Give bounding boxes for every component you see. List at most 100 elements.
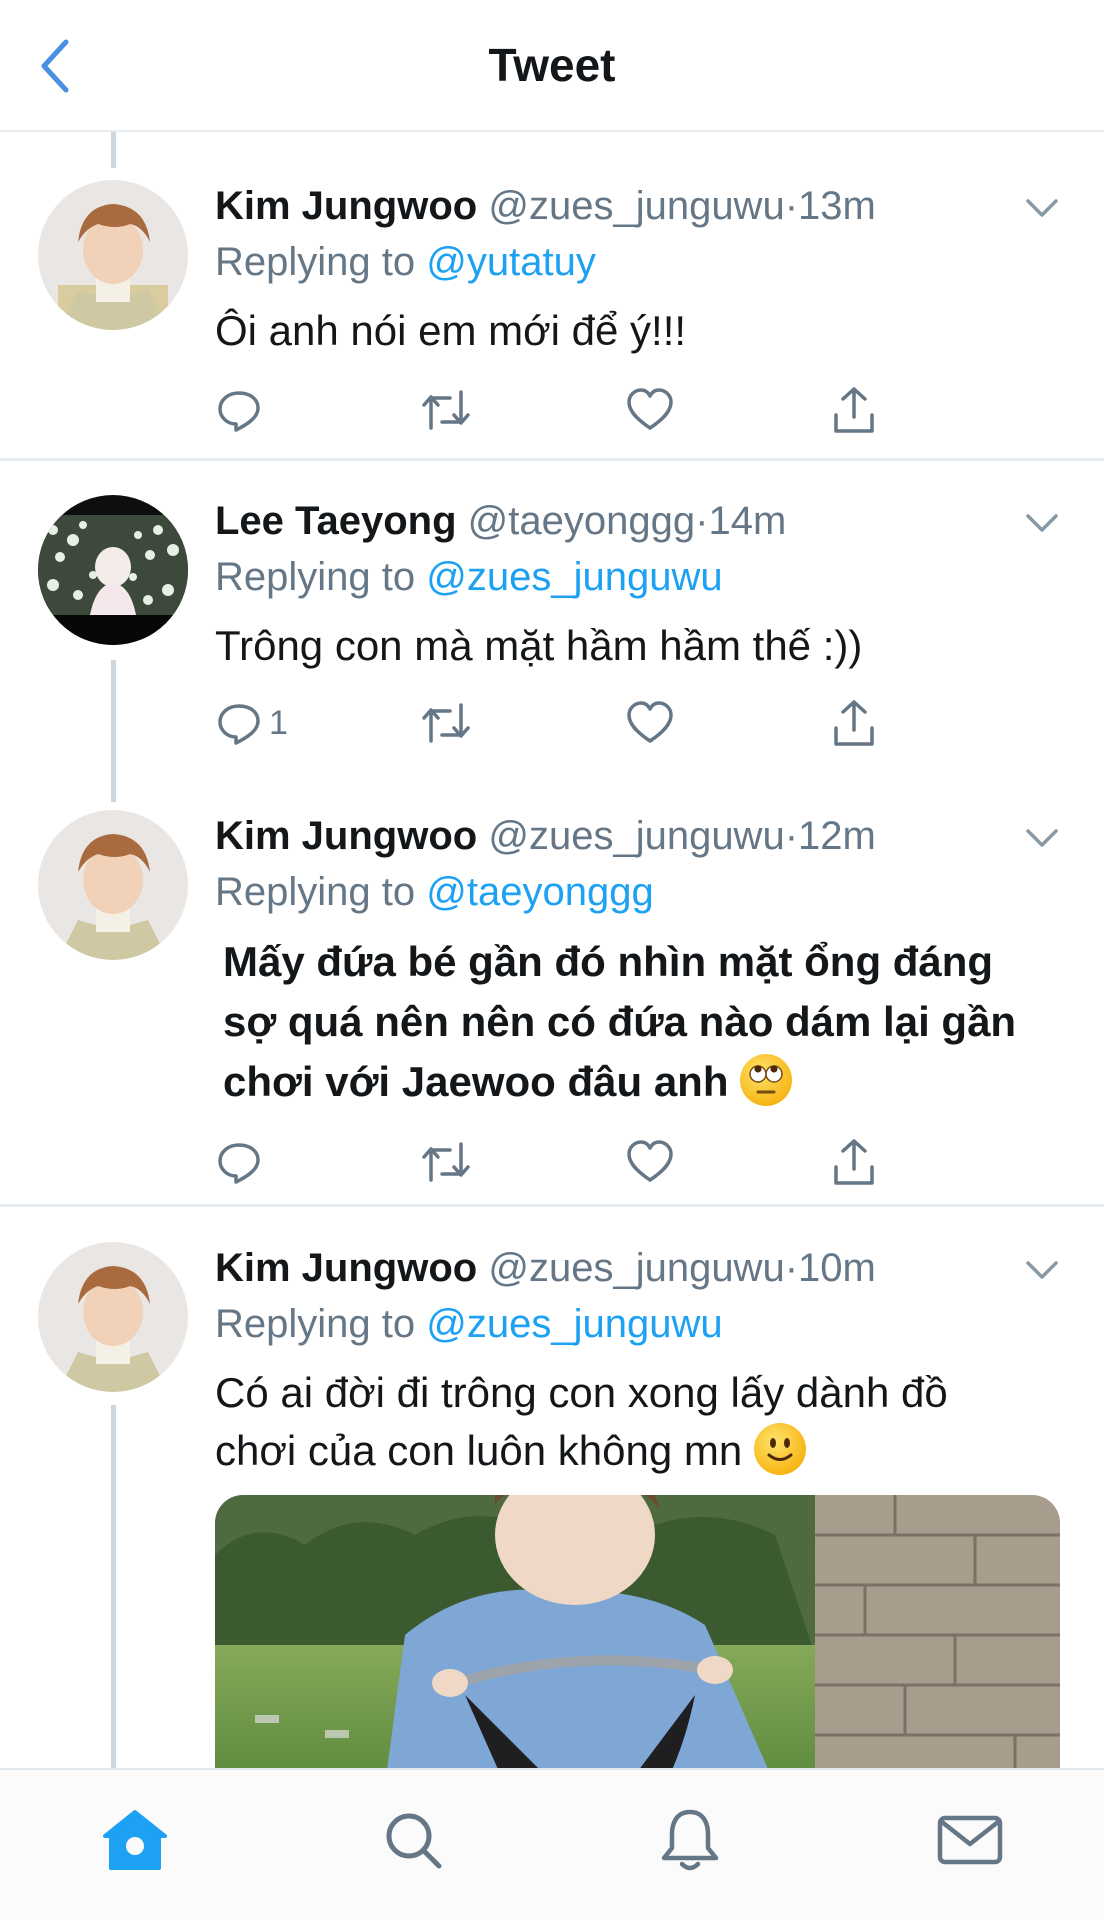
- replying-handle[interactable]: @yutatuy: [426, 240, 596, 284]
- user-handle[interactable]: @zues_junguwu: [488, 814, 784, 858]
- tweet-header: Kim Jungwoo @zues_junguwu·10m: [215, 1242, 1064, 1294]
- replying-to: Replying to @yutatuy: [215, 236, 1064, 288]
- avatar[interactable]: [38, 495, 188, 645]
- tweet-options-button[interactable]: [1020, 186, 1064, 230]
- replying-to: Replying to @zues_junguwu: [215, 551, 1064, 603]
- replying-handle[interactable]: @taeyonggg: [426, 870, 653, 914]
- user-handle[interactable]: @zues_junguwu: [488, 184, 784, 228]
- like-button[interactable]: [625, 693, 675, 753]
- face-with-rolling-eyes-icon: [740, 1054, 793, 1106]
- tab-home[interactable]: [95, 1800, 175, 1880]
- tweet-header: Kim Jungwoo @zues_junguwu·13m: [215, 180, 1064, 232]
- tweet-text-line: sợ quá nên nên có đứa nào dám lại gần: [223, 998, 1017, 1045]
- home-icon: [103, 1810, 167, 1870]
- display-name[interactable]: Kim Jungwoo: [215, 814, 477, 858]
- avatar[interactable]: [38, 180, 188, 330]
- share-icon: [834, 1139, 874, 1185]
- tweet-text-line: Có ai đời đi trông con xong lấy dành đồ: [215, 1369, 948, 1416]
- tweet-options-button[interactable]: [1020, 1248, 1064, 1292]
- retweet-button[interactable]: [420, 380, 472, 440]
- reply-count: 1: [269, 703, 288, 742]
- display-name[interactable]: Kim Jungwoo: [215, 184, 477, 228]
- tweet-header: Lee Taeyong @taeyonggg·14m: [215, 495, 1064, 547]
- messages-icon: [937, 1815, 1003, 1865]
- dot-separator: ·: [784, 1246, 799, 1290]
- replying-prefix: Replying to: [215, 240, 416, 284]
- replying-prefix: Replying to: [215, 1302, 416, 1346]
- tab-messages[interactable]: [930, 1800, 1010, 1880]
- page-title: Tweet: [488, 39, 616, 91]
- tweet-text: Trông con mà mặt hầm hầm thế :)): [215, 622, 863, 669]
- thread-line: [111, 660, 116, 802]
- retweet-button[interactable]: [420, 693, 472, 753]
- dot-separator: ·: [784, 184, 799, 228]
- timestamp: 10m: [798, 1246, 876, 1290]
- tweet-options-button[interactable]: [1020, 501, 1064, 545]
- divider: [0, 458, 1104, 461]
- heart-icon: [627, 1140, 673, 1182]
- tab-notifications[interactable]: [650, 1800, 730, 1880]
- display-name[interactable]: Kim Jungwoo: [215, 1246, 477, 1290]
- retweet-icon: [422, 703, 470, 743]
- avatar[interactable]: [38, 1242, 188, 1392]
- user-handle[interactable]: @taeyonggg: [468, 499, 695, 543]
- tab-search[interactable]: [373, 1800, 453, 1880]
- chevron-down-icon: [1026, 829, 1058, 847]
- slightly-smiling-face-icon: [753, 1423, 806, 1475]
- share-button[interactable]: [830, 693, 878, 753]
- reply-button[interactable]: 1: [215, 693, 288, 753]
- share-icon: [834, 387, 874, 433]
- bottom-tab-bar: [0, 1768, 1104, 1920]
- retweet-icon: [422, 1142, 470, 1182]
- replying-prefix: Replying to: [215, 555, 416, 599]
- share-button[interactable]: [830, 1132, 878, 1192]
- display-name[interactable]: Lee Taeyong: [215, 499, 457, 543]
- replying-prefix: Replying to: [215, 870, 416, 914]
- navigation-bar: Tweet: [0, 0, 1104, 132]
- reply-icon: [218, 704, 260, 745]
- like-button[interactable]: [625, 1132, 675, 1192]
- reply-button[interactable]: [215, 380, 269, 440]
- notifications-icon: [661, 1809, 719, 1871]
- tweet-media-photo[interactable]: [215, 1495, 1060, 1785]
- tweet-actions: [215, 380, 895, 440]
- retweet-icon: [422, 390, 470, 430]
- search-icon: [386, 1813, 442, 1869]
- replying-handle[interactable]: @zues_junguwu: [426, 555, 722, 599]
- heart-icon: [627, 701, 673, 743]
- reply-button[interactable]: [215, 1132, 269, 1192]
- thread-line: [111, 132, 116, 168]
- share-button[interactable]: [830, 380, 878, 440]
- tweet-text-line: Mấy đứa bé gần đó nhìn mặt ổng đáng: [223, 938, 994, 985]
- tweet-actions: 1: [215, 693, 895, 753]
- chevron-down-icon: [1026, 514, 1058, 532]
- tweet-text: Có ai đời đi trông con xong lấy dành đồ …: [215, 1364, 1064, 1480]
- avatar[interactable]: [38, 810, 188, 960]
- tweet-header: Kim Jungwoo @zues_junguwu·12m: [215, 810, 1064, 862]
- thread-line: [111, 1405, 116, 1768]
- tweet-text-line: chơi với Jaewoo đâu anh: [223, 1052, 1064, 1112]
- chevron-down-icon: [1026, 1261, 1058, 1279]
- dot-separator: ·: [695, 499, 709, 543]
- tweet-actions: [215, 1132, 895, 1192]
- share-icon: [834, 700, 874, 746]
- reply-icon: [218, 391, 260, 432]
- chevron-down-icon: [1026, 199, 1058, 217]
- tweet-text: Mấy đứa bé gần đó nhìn mặt ổng đáng sợ q…: [223, 932, 1064, 1112]
- divider: [0, 1204, 1104, 1207]
- tweet-options-button[interactable]: [1020, 816, 1064, 860]
- tweet-text: Ôi anh nói em mới để ý!!!: [215, 307, 687, 354]
- like-button[interactable]: [625, 380, 675, 440]
- timestamp: 13m: [798, 184, 876, 228]
- reply-icon: [218, 1143, 260, 1184]
- retweet-button[interactable]: [420, 1132, 472, 1192]
- replying-handle[interactable]: @zues_junguwu: [426, 1302, 722, 1346]
- user-handle[interactable]: @zues_junguwu: [488, 1246, 784, 1290]
- replying-to: Replying to @taeyonggg: [215, 866, 1064, 918]
- replying-to: Replying to @zues_junguwu: [215, 1298, 1064, 1350]
- timestamp: 14m: [708, 499, 787, 543]
- dot-separator: ·: [784, 814, 799, 858]
- tweet-text-line: chơi của con luôn không mn: [215, 1422, 1064, 1480]
- timestamp: 12m: [798, 814, 876, 858]
- heart-icon: [627, 388, 673, 430]
